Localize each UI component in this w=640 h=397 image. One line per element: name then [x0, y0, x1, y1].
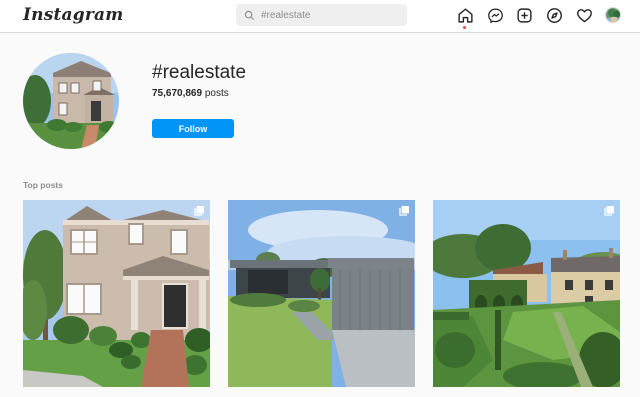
post-thumbnail-3[interactable] [433, 200, 620, 387]
activity-heart-icon [576, 8, 592, 22]
home-icon [457, 7, 473, 23]
new-post-icon [516, 7, 532, 23]
post-count: 75,670,869 posts [152, 88, 229, 99]
home-button[interactable] [456, 6, 474, 29]
search-input[interactable] [261, 9, 401, 21]
activity-button[interactable] [575, 6, 593, 24]
follow-button[interactable]: Follow [152, 119, 234, 138]
messenger-button[interactable] [486, 6, 504, 24]
explore-button[interactable] [545, 6, 563, 24]
multiple-posts-icon [604, 206, 614, 216]
post-thumbnail-2[interactable] [228, 200, 415, 387]
explore-icon [546, 7, 562, 23]
messenger-icon [487, 7, 503, 23]
post-thumbnail-1[interactable] [23, 200, 210, 387]
post-count-suffix: posts [202, 88, 229, 99]
post-count-number: 75,670,869 [152, 88, 203, 99]
hashtag-title: #realestate [152, 62, 247, 83]
instagram-logo[interactable]: Instagram [23, 5, 123, 25]
avatar [605, 7, 621, 23]
new-post-button[interactable] [515, 6, 533, 24]
top-posts-heading: Top posts [23, 180, 63, 190]
search-icon [244, 10, 255, 20]
search-box[interactable] [236, 4, 407, 26]
top-navigation-bar: Instagram [0, 0, 640, 33]
hashtag-profile-image [23, 53, 119, 149]
profile-button[interactable] [604, 6, 622, 24]
multiple-posts-icon [399, 206, 409, 216]
multiple-posts-icon [194, 206, 204, 216]
notification-dot [463, 26, 466, 29]
